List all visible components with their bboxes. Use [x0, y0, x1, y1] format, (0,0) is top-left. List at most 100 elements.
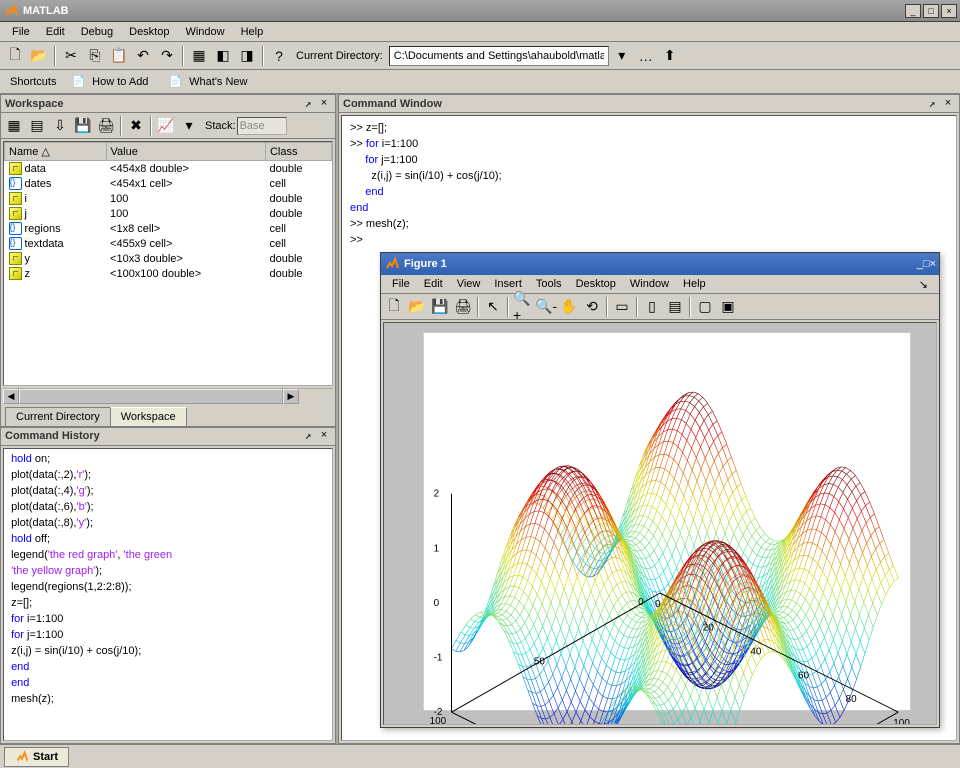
- menu-help[interactable]: Help: [233, 24, 272, 40]
- app-title: MATLAB: [23, 5, 903, 17]
- print-figure-icon[interactable]: 🖨: [452, 296, 474, 318]
- hide-tools-icon[interactable]: ▢: [694, 296, 716, 318]
- figure-title-bar[interactable]: Figure 1 _ □ ×: [381, 253, 939, 275]
- pointer-icon[interactable]: ↖: [482, 296, 504, 318]
- zoom-in-icon[interactable]: 🔍+: [512, 296, 534, 318]
- save-ws-icon[interactable]: 💾: [72, 115, 94, 137]
- ws-col-class[interactable]: Class: [265, 143, 331, 161]
- tab-current-directory[interactable]: Current Directory: [5, 407, 111, 426]
- close-panel-icon[interactable]: ×: [317, 97, 331, 111]
- stack-selector[interactable]: [237, 117, 287, 135]
- table-row[interactable]: z<100x100 double>double: [5, 266, 332, 281]
- new-file-icon[interactable]: 🗋: [4, 45, 26, 67]
- howto-shortcut[interactable]: 📄 How to Add: [66, 71, 157, 93]
- table-row[interactable]: data<454x8 double>double: [5, 161, 332, 177]
- separator: [636, 297, 638, 317]
- scroll-left-icon[interactable]: ◀: [3, 389, 19, 404]
- tab-workspace[interactable]: Workspace: [110, 407, 187, 426]
- open-figure-icon[interactable]: 📂: [406, 296, 428, 318]
- dock-figure-icon[interactable]: ↘: [912, 276, 935, 293]
- figure-canvas[interactable]: -2-1012050100020406080100: [383, 322, 937, 725]
- command-history-body[interactable]: hold on; plot(data(:,2),'r'); plot(data(…: [3, 448, 333, 741]
- maximize-button[interactable]: □: [923, 258, 930, 270]
- workspace-hscroll[interactable]: ◀ ▶: [3, 388, 333, 404]
- maximize-button[interactable]: □: [923, 4, 939, 18]
- matlab-icon: [15, 750, 29, 764]
- datacursor-icon[interactable]: ▭: [611, 296, 633, 318]
- show-tools-icon[interactable]: ▣: [717, 296, 739, 318]
- start-button[interactable]: Start: [4, 747, 69, 767]
- minimize-button[interactable]: _: [905, 4, 921, 18]
- directory-dropdown-icon[interactable]: ▾: [611, 45, 633, 67]
- table-row[interactable]: i100double: [5, 191, 332, 206]
- help-icon[interactable]: ?: [268, 45, 290, 67]
- figure-window[interactable]: Figure 1 _ □ × FileEditViewInsertToolsDe…: [380, 252, 940, 728]
- cut-icon[interactable]: ✂: [60, 45, 82, 67]
- undock-icon[interactable]: ↗: [925, 97, 939, 111]
- print-icon[interactable]: 🖨: [95, 115, 117, 137]
- table-row[interactable]: textdata<455x9 cell>cell: [5, 236, 332, 251]
- table-row[interactable]: regions<1x8 cell>cell: [5, 221, 332, 236]
- plot-var-icon[interactable]: 📈: [155, 115, 177, 137]
- scroll-thumb[interactable]: [19, 389, 283, 404]
- workspace-tabs: Current DirectoryWorkspace: [1, 404, 335, 426]
- legend-icon[interactable]: ▤: [664, 296, 686, 318]
- up-directory-icon[interactable]: ⬆: [659, 45, 681, 67]
- close-panel-icon[interactable]: ×: [317, 429, 331, 443]
- pan-icon[interactable]: ✋: [558, 296, 580, 318]
- menu-file[interactable]: File: [4, 24, 38, 40]
- profiler-icon[interactable]: ◨: [236, 45, 258, 67]
- ws-col-value[interactable]: Value: [106, 143, 265, 161]
- plot-dropdown-icon[interactable]: ▾: [178, 115, 200, 137]
- save-figure-icon[interactable]: 💾: [429, 296, 451, 318]
- rotate3d-icon[interactable]: ⟲: [581, 296, 603, 318]
- table-row[interactable]: dates<454x1 cell>cell: [5, 176, 332, 191]
- guide-icon[interactable]: ◧: [212, 45, 234, 67]
- figmenu-desktop[interactable]: Desktop: [569, 276, 623, 292]
- figmenu-edit[interactable]: Edit: [417, 276, 450, 292]
- browse-directory-icon[interactable]: …: [635, 45, 657, 67]
- menu-debug[interactable]: Debug: [73, 24, 121, 40]
- close-button[interactable]: ×: [941, 4, 957, 18]
- delete-var-icon[interactable]: ✖: [125, 115, 147, 137]
- paste-icon[interactable]: 📋: [108, 45, 130, 67]
- close-button[interactable]: ×: [930, 258, 936, 270]
- double-var-icon: [9, 267, 22, 280]
- main-layout: Workspace ↗ × ▦ ▤ ⇩ 💾 🖨 ✖ 📈 ▾ Stack:: [0, 94, 960, 744]
- separator: [54, 46, 56, 66]
- open-file-icon[interactable]: 📂: [28, 45, 50, 67]
- figmenu-tools[interactable]: Tools: [529, 276, 569, 292]
- undo-icon[interactable]: ↶: [132, 45, 154, 67]
- table-row[interactable]: y<10x3 double>double: [5, 251, 332, 266]
- menu-desktop[interactable]: Desktop: [121, 24, 177, 40]
- figmenu-view[interactable]: View: [450, 276, 488, 292]
- colorbar-icon[interactable]: ▯: [641, 296, 663, 318]
- redo-icon[interactable]: ↷: [156, 45, 178, 67]
- ws-col-name[interactable]: Name △: [5, 143, 107, 161]
- new-figure-icon[interactable]: 🗋: [383, 296, 405, 318]
- command-window-title: Command Window: [343, 98, 923, 110]
- undock-icon[interactable]: ↗: [301, 97, 315, 111]
- menu-edit[interactable]: Edit: [38, 24, 73, 40]
- whatsnew-shortcut[interactable]: 📄 What's New: [163, 71, 256, 93]
- current-directory-input[interactable]: [389, 46, 609, 66]
- close-panel-icon[interactable]: ×: [941, 97, 955, 111]
- separator: [262, 46, 264, 66]
- table-row[interactable]: j100double: [5, 206, 332, 221]
- figmenu-help[interactable]: Help: [676, 276, 713, 292]
- scroll-right-icon[interactable]: ▶: [283, 389, 299, 404]
- import-icon[interactable]: ⇩: [49, 115, 71, 137]
- figure-menu-bar: FileEditViewInsertToolsDesktopWindowHelp…: [381, 275, 939, 294]
- double-var-icon: [9, 192, 22, 205]
- menu-window[interactable]: Window: [177, 24, 232, 40]
- zoom-out-icon[interactable]: 🔍-: [535, 296, 557, 318]
- new-var-icon[interactable]: ▦: [3, 115, 25, 137]
- simulink-icon[interactable]: ▦: [188, 45, 210, 67]
- open-var-icon[interactable]: ▤: [26, 115, 48, 137]
- double-var-icon: [9, 252, 22, 265]
- figmenu-window[interactable]: Window: [623, 276, 676, 292]
- workspace-table-wrap[interactable]: Name △ValueClass data<454x8 double>doubl…: [3, 141, 333, 386]
- undock-icon[interactable]: ↗: [301, 429, 315, 443]
- figmenu-file[interactable]: File: [385, 276, 417, 292]
- copy-icon[interactable]: ⎘: [84, 45, 106, 67]
